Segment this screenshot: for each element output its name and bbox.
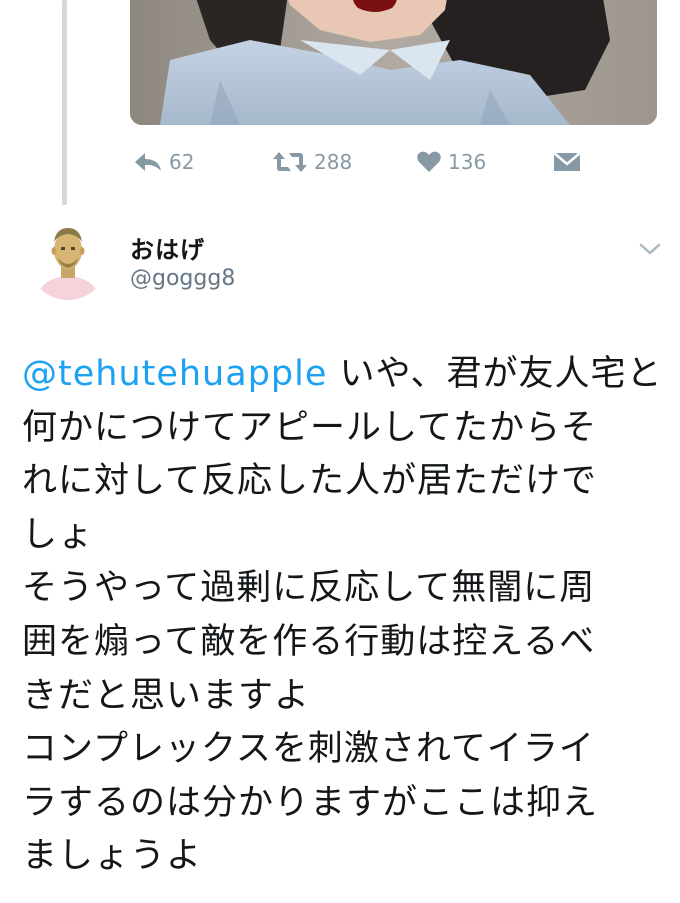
tweet-text: @tehutehuapple いや、君が友人宅と 何かにつけてアピールしてたから…	[22, 348, 662, 884]
tweet-media-photo[interactable]	[130, 0, 657, 125]
tweet-text-line: 囲を煽って敵を作る行動は控えるべ	[22, 621, 596, 662]
tweet-text-line: コンプレックスを刺激されてイライ	[22, 729, 595, 770]
reply-icon	[133, 150, 163, 174]
tweet-action-bar: 62 288 136	[0, 145, 680, 179]
photo-image	[130, 0, 657, 125]
tweet-text-line: しょ	[22, 514, 95, 555]
tweet-text-line: @tehutehuapple いや、君が友人宅と	[22, 348, 662, 402]
tweet-text-line: ましょうよ	[22, 836, 203, 877]
like-button[interactable]: 136	[416, 145, 486, 179]
retweet-button[interactable]: 288	[272, 145, 352, 179]
tweet-text-line: ラするのは分かりますがここは抑え	[22, 782, 599, 823]
avatar-image	[28, 220, 108, 300]
like-count: 136	[448, 150, 487, 174]
tweet-text-line: そうやって過剰に反応して無闇に周	[22, 568, 596, 609]
tweet-text-line: れに対して反応した人が居ただけで	[22, 461, 597, 502]
tweet-text-line: きだと思いますよ	[22, 675, 311, 716]
mention-link[interactable]: @tehutehuapple	[22, 354, 327, 394]
reply-button[interactable]: 62	[133, 145, 194, 179]
heart-icon	[416, 150, 442, 174]
tweet-menu-button[interactable]	[636, 236, 664, 264]
tweet-thread-view: 62 288 136 おはげ @goggg8 @tehutehuapple いや…	[0, 0, 680, 903]
author-display-name[interactable]: おはげ	[130, 230, 205, 265]
reply-count: 62	[169, 150, 195, 174]
tweet-text-line: 何かにつけてアピールしてたからそ	[22, 407, 597, 448]
avatar[interactable]	[28, 220, 108, 300]
direct-message-button[interactable]	[553, 145, 581, 179]
tweet-text-segment: いや、君が友人宅と	[327, 354, 663, 394]
retweet-count: 288	[314, 150, 353, 174]
envelope-icon	[553, 150, 581, 174]
retweet-icon	[272, 150, 308, 174]
author-username[interactable]: @goggg8	[130, 266, 235, 291]
chevron-down-icon	[639, 241, 661, 260]
